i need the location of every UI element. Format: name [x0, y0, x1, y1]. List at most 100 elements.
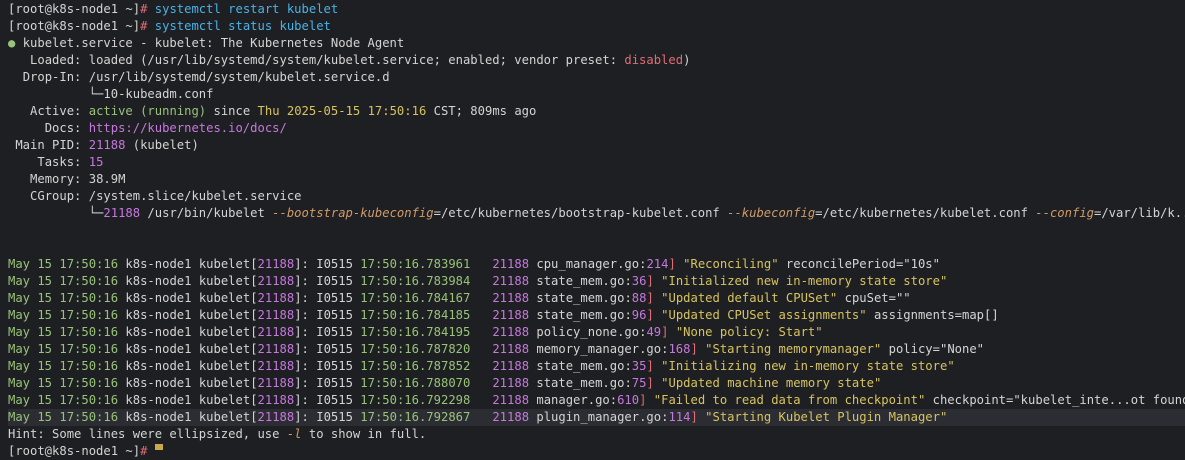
separator: :	[624, 376, 632, 390]
separator	[470, 342, 492, 356]
log-thread: 21188	[492, 376, 530, 390]
log-date: May 15	[8, 308, 53, 322]
log-extra: checkpoint="kubelet_inte...ot found"	[925, 393, 1185, 407]
separator	[191, 393, 198, 407]
prompt-hash: #	[140, 19, 148, 33]
log-service: kubelet	[198, 393, 251, 407]
log-date: May 15	[8, 342, 53, 356]
log-row: May 15 17:50:16 k8s-node1 kubelet[21188]…	[8, 324, 1185, 341]
log-timestamp: 17:50:16.784195	[360, 325, 471, 339]
prompt-hash: #	[140, 2, 148, 16]
separator: [	[250, 257, 258, 271]
log-time: 17:50:16	[59, 274, 119, 288]
log-row: May 15 17:50:16 k8s-node1 kubelet[21188]…	[8, 375, 1185, 392]
hint-text: Hint: Some lines were ellipsized, use	[8, 427, 287, 441]
log-pid: 21188	[257, 274, 295, 288]
log-level: I0515	[316, 325, 353, 339]
docs-link[interactable]: https://kubernetes.io/docs/	[89, 121, 287, 135]
log-pid: 21188	[257, 257, 295, 271]
active-state: active (running)	[88, 104, 207, 118]
log-line-number: 36	[631, 274, 647, 288]
active-post: CST; 809ms ago	[426, 104, 537, 118]
log-level: I0515	[316, 410, 353, 424]
log-message: "Initializing new in-memory state store"	[661, 359, 955, 373]
log-timestamp: 17:50:16.792298	[360, 393, 471, 407]
log-pid: 21188	[257, 359, 295, 373]
log-extra: cpuSet=""	[837, 291, 911, 305]
log-extra: assignments=map[]	[866, 308, 999, 322]
log-thread: 21188	[492, 274, 530, 288]
log-timestamp: 17:50:16.787820	[360, 342, 471, 356]
hint-flag: -l	[286, 427, 302, 441]
log-thread: 21188	[492, 308, 530, 322]
log-file: plugin_manager.go	[536, 410, 662, 424]
cursor-icon	[154, 444, 163, 450]
active-label: Active:	[30, 104, 82, 118]
log-timestamp: 17:50:16.784167	[360, 291, 471, 305]
service-title-text: kubelet.service - kubelet: The Kubernete…	[22, 36, 405, 50]
log-line-number: 49	[646, 325, 662, 339]
log-pid: 21188	[257, 308, 295, 322]
separator: ]	[646, 308, 662, 322]
log-file: memory_manager.go	[536, 342, 662, 356]
log-file: state_mem.go	[536, 274, 625, 288]
log-message: "Reconciling"	[683, 257, 779, 271]
log-level: I0515	[316, 257, 353, 271]
command-line-status: [root@k8s-node1 ~]# systemctl status kub…	[8, 18, 1185, 35]
cmd-flag: --kubeconfig	[727, 206, 816, 220]
log-message: "Updated machine memory state"	[661, 376, 882, 390]
log-timestamp: 17:50:16.783961	[360, 257, 471, 271]
active-row: Active: active (running) since Thu 2025-…	[8, 103, 1185, 120]
log-host: k8s-node1	[125, 359, 192, 373]
prompt: [root@k8s-node1 ~]	[8, 19, 141, 33]
separator	[470, 291, 492, 305]
memory-label: Memory:	[30, 172, 82, 186]
separator	[470, 308, 492, 322]
log-message: "None policy: Start"	[675, 325, 823, 339]
prompt: [root@k8s-node1 ~]	[8, 444, 141, 458]
log-host: k8s-node1	[125, 410, 192, 424]
log-file: state_mem.go	[536, 359, 625, 373]
log-line-number: 35	[631, 359, 647, 373]
separator: ]:	[294, 393, 317, 407]
log-time: 17:50:16	[59, 308, 119, 322]
terminal-output[interactable]: [root@k8s-node1 ~]# systemctl restart ku…	[0, 0, 1185, 460]
command-text: systemctl restart kubelet	[154, 2, 339, 16]
separator: :	[609, 393, 618, 407]
log-host: k8s-node1	[125, 308, 192, 322]
log-time: 17:50:16	[59, 393, 119, 407]
tree-branch: └─	[88, 206, 104, 220]
log-level: I0515	[316, 342, 353, 356]
active-date: Thu 2025-05-15 17:50:16	[257, 104, 427, 118]
log-line-number: 168	[668, 342, 691, 356]
cmd-flag: --config	[1035, 206, 1094, 220]
cgroup-cmd: /usr/bin/kubelet	[140, 206, 273, 220]
cgroup-process-row: └─21188 /usr/bin/kubelet --bootstrap-kub…	[8, 205, 1185, 222]
log-thread: 21188	[492, 359, 530, 373]
log-file: cpu_manager.go	[536, 257, 640, 271]
separator: ]	[668, 257, 684, 271]
separator: ]	[646, 376, 662, 390]
log-date: May 15	[8, 325, 53, 339]
log-message: "Updated CPUSet assignments"	[661, 308, 867, 322]
separator: [	[250, 393, 258, 407]
vendor-preset-value: disabled	[624, 53, 684, 67]
log-host: k8s-node1	[125, 342, 192, 356]
cmd-flag-value: =/etc/kubernetes/bootstrap-kubelet.conf	[433, 206, 728, 220]
log-row: May 15 17:50:16 k8s-node1 kubelet[21188]…	[8, 409, 1185, 426]
separator: [	[250, 359, 258, 373]
pid-name: (kubelet)	[125, 138, 199, 152]
log-level: I0515	[316, 274, 353, 288]
log-message: "Updated default CPUSet"	[661, 291, 838, 305]
separator	[470, 359, 492, 373]
log-level: I0515	[316, 291, 353, 305]
tasks-value: 15	[88, 155, 104, 169]
separator: ]:	[294, 274, 317, 288]
separator	[191, 410, 198, 424]
log-pid: 21188	[257, 325, 295, 339]
log-row: May 15 17:50:16 k8s-node1 kubelet[21188]…	[8, 290, 1185, 307]
command-line-restart: [root@k8s-node1 ~]# systemctl restart ku…	[8, 1, 1185, 18]
log-file: manager.go	[536, 393, 610, 407]
log-level: I0515	[316, 308, 353, 322]
log-row: May 15 17:50:16 k8s-node1 kubelet[21188]…	[8, 256, 1185, 273]
